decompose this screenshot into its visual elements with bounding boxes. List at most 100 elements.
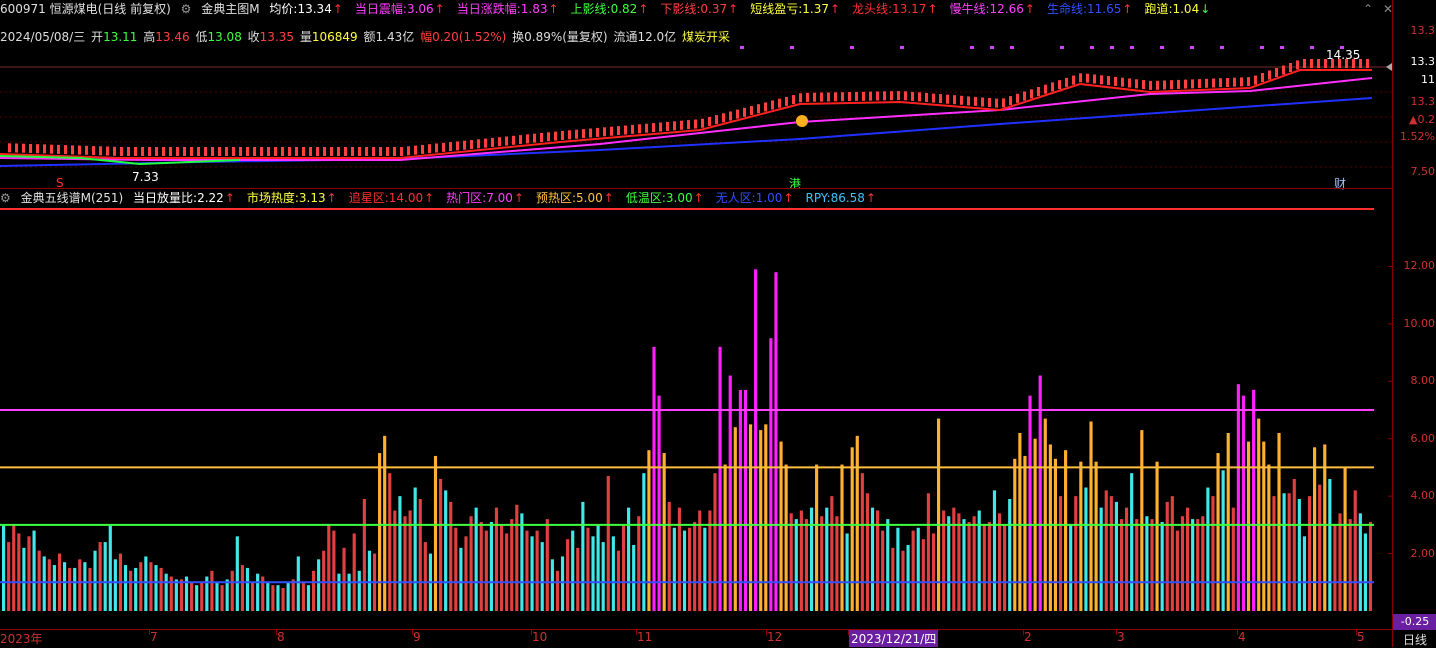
arrow-up-icon: ↑	[434, 2, 445, 16]
candle	[183, 147, 186, 156]
x-axis-tick-2	[276, 630, 277, 635]
arrow-down-icon: ↓	[1200, 2, 1211, 16]
candle	[708, 116, 711, 126]
bar-43	[220, 585, 224, 611]
bar-85	[433, 455, 438, 611]
candle	[414, 145, 417, 155]
bar-165	[840, 464, 844, 611]
bar-67	[342, 547, 346, 611]
bar-180	[916, 527, 920, 611]
bar-119	[606, 476, 610, 611]
turnover-value: 换0.89%(量复权)	[512, 30, 608, 44]
bar-170	[865, 493, 869, 611]
bar-60	[306, 585, 311, 611]
arrow-up-icon: ↑	[513, 191, 524, 205]
candle	[932, 93, 935, 103]
period-label[interactable]: 日线	[1393, 631, 1436, 648]
bar-87	[444, 490, 448, 611]
bar-136	[693, 521, 697, 611]
candle	[1289, 63, 1292, 72]
signal-dot-13	[1220, 46, 1224, 49]
stock-title[interactable]: 600971 恒源煤电(日线 前复权)	[0, 2, 171, 16]
sub-header: ⚙ 金典五线谱M(251) 当日放量比:2.22↑ 市场热度:3.13↑ 追星区:1…	[0, 189, 894, 207]
marker-cai[interactable]: 财	[1334, 175, 1346, 192]
price-chart[interactable]	[0, 46, 1392, 186]
arrow-up-icon: ↑	[728, 2, 739, 16]
candle	[309, 147, 312, 156]
bar-163	[830, 496, 834, 611]
header-field-8: 生命线:11.65↑	[1047, 2, 1138, 16]
header-value-5: 1.37	[802, 2, 829, 16]
signal-dot-7	[1060, 46, 1064, 49]
x-axis-tick-9	[1116, 630, 1117, 635]
candle	[498, 137, 501, 147]
bottom_header-label-0: 当日放量比:	[133, 191, 198, 205]
bar-63	[322, 550, 326, 611]
bar-3	[17, 533, 21, 611]
bar-4	[22, 547, 26, 611]
bar-266	[1353, 490, 1357, 611]
header-value-3: 0.82	[610, 2, 638, 16]
candle	[750, 106, 753, 115]
candle	[505, 136, 508, 146]
volume-label: 量	[299, 30, 312, 44]
candle	[904, 91, 907, 101]
bar-21	[108, 524, 112, 611]
bar-49	[250, 582, 255, 611]
arrow-up-icon: ↑	[1122, 2, 1133, 16]
price-axis-label-6: 7.50	[1410, 165, 1436, 178]
candle	[1016, 93, 1019, 103]
candle	[1128, 78, 1131, 88]
header-label-7: 慢牛线:	[949, 2, 990, 16]
bottom_header-label-1: 市场热度:	[246, 191, 299, 205]
candle	[407, 146, 410, 156]
arrow-up-icon: ↑	[927, 2, 938, 16]
bar-263	[1338, 513, 1342, 611]
bar-2	[12, 524, 16, 611]
candle	[1254, 75, 1257, 85]
candle	[659, 122, 662, 132]
header-label-3: 上影线:	[570, 2, 611, 16]
x-axis-tick-11	[1356, 630, 1357, 635]
bar-145	[738, 389, 742, 611]
sub-indicator-name[interactable]: 金典五线谱M(251)	[21, 191, 124, 205]
header-value-4: 0.37	[700, 2, 728, 16]
bar-54	[276, 585, 280, 611]
signal-dot-15	[1280, 46, 1284, 49]
header-value-8: 11.65	[1087, 2, 1122, 16]
candle	[22, 143, 25, 153]
candle	[120, 147, 123, 156]
sub-gear-icon[interactable]: ⚙	[0, 191, 11, 205]
volume-heat-chart[interactable]	[0, 207, 1392, 627]
main-indicator-name[interactable]: 金典主图M	[201, 2, 259, 16]
price-low-label: 7.33	[132, 170, 159, 184]
candle	[428, 144, 431, 154]
bar-124	[632, 544, 636, 611]
bar-76	[388, 473, 392, 611]
bar-198	[1008, 499, 1012, 611]
header-label-5: 短线盈亏:	[750, 2, 803, 16]
candle	[1142, 80, 1145, 90]
bar-79	[403, 516, 407, 611]
bar-211	[1074, 496, 1078, 611]
bar-27	[139, 562, 143, 611]
candle	[470, 140, 473, 149]
minimize-icon[interactable]: ⌃	[1360, 2, 1376, 16]
bar-97	[494, 507, 499, 611]
candle	[610, 126, 613, 136]
bar-219	[1114, 501, 1118, 611]
bar-191	[972, 516, 976, 611]
sector-link[interactable]: 煤炭开采	[682, 30, 730, 44]
bottom_header-field-0: 当日放量比:2.22↑	[133, 191, 241, 205]
x-axis-label-6: 12	[767, 630, 783, 644]
bottom_header-value-3: 7.00	[486, 191, 513, 205]
candle	[344, 147, 347, 156]
candle	[92, 146, 95, 156]
candle	[1002, 98, 1005, 108]
bottom_header-value-0: 2.22	[197, 191, 224, 205]
candle	[435, 143, 438, 153]
bar-186	[947, 516, 951, 611]
candle	[1282, 65, 1285, 75]
settings-gear-icon[interactable]: ⚙	[181, 2, 192, 16]
candle	[547, 132, 550, 142]
